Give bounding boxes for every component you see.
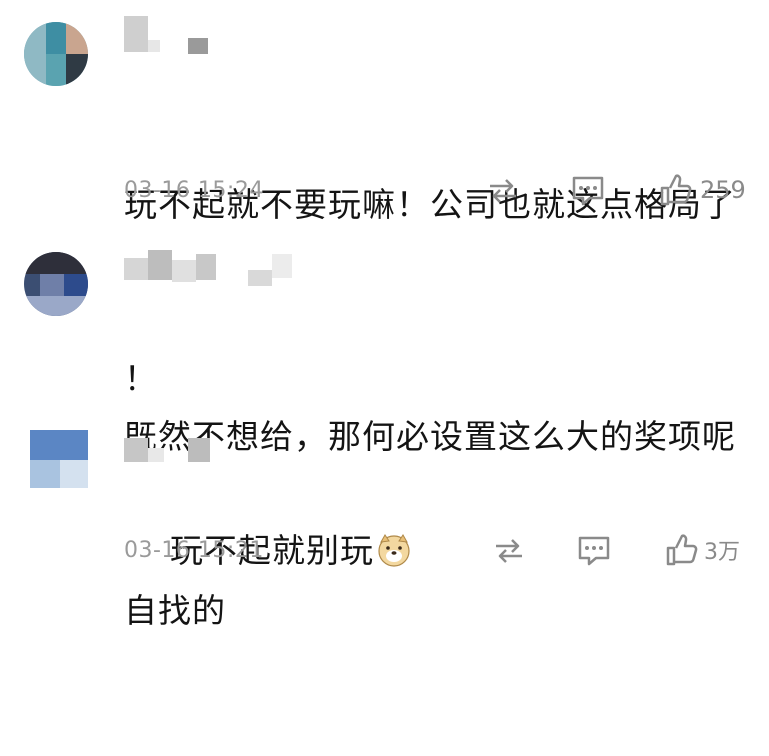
reply-button[interactable] xyxy=(570,174,606,208)
doge-emoji xyxy=(378,534,410,567)
comment-icon xyxy=(572,176,604,206)
like-button[interactable]: 259 xyxy=(658,172,746,208)
repost-button[interactable] xyxy=(490,534,528,568)
like-count: 259 xyxy=(700,176,746,204)
comment-item: 既然不想给，那何必设置这么大的奖项呢 自找的 xyxy=(0,240,769,630)
repost-icon xyxy=(496,539,522,563)
timestamp: 03-16 15:24 xyxy=(124,178,264,203)
comment-item: 玩不起就别玩 03-16 15:21 3万 xyxy=(0,420,769,585)
like-button[interactable]: 3万 xyxy=(664,532,740,568)
thumbs-up-icon xyxy=(666,534,698,566)
avatar[interactable] xyxy=(24,252,88,316)
avatar[interactable] xyxy=(30,430,88,488)
username-blurred[interactable] xyxy=(124,250,294,298)
comment-item: 玩不起就不要玩嘛！公司也就这点格局了 ！ 03-16 15:24 259 xyxy=(0,0,769,398)
avatar[interactable] xyxy=(24,22,88,86)
username-blurred[interactable] xyxy=(124,16,224,64)
thumbs-up-icon xyxy=(660,174,692,206)
timestamp: 03-16 15:21 xyxy=(124,538,264,563)
reply-button[interactable] xyxy=(576,534,612,568)
comment-icon xyxy=(578,536,610,566)
like-count: 3万 xyxy=(704,540,740,565)
repost-button[interactable] xyxy=(484,174,522,208)
repost-icon xyxy=(490,179,516,203)
